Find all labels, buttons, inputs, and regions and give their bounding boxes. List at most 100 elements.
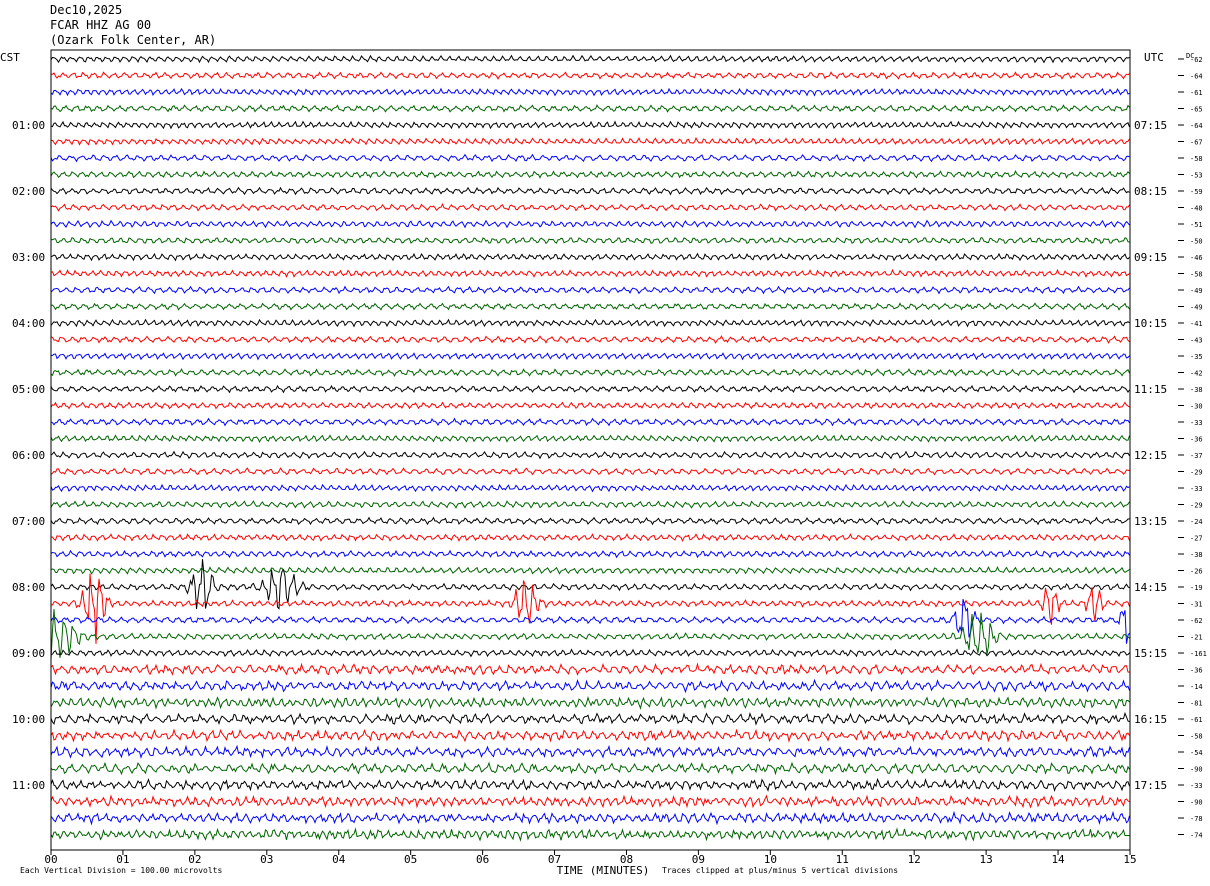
x-tick-label: 09: [692, 853, 705, 866]
left-hour-label: 05:00: [12, 383, 45, 396]
left-hour-label: 01:00: [12, 119, 45, 132]
x-tick-label: 15: [1123, 853, 1136, 866]
right-hour-label: 09:15: [1134, 251, 1167, 264]
dc-offset-label: -33: [1190, 485, 1203, 493]
trace-line: [50, 810, 1130, 826]
x-tick-label: 05: [404, 853, 417, 866]
dc-offset-label: -27: [1190, 535, 1203, 543]
dc-offset-label: -33: [1190, 782, 1203, 790]
footer-left-note: Each Vertical Division = 100.00 microvol…: [20, 866, 223, 875]
trace-line: [50, 483, 1130, 493]
trace-line: [50, 467, 1130, 476]
dc-offset-label: -58: [1190, 733, 1203, 741]
dc-offset-label: -61: [1190, 89, 1203, 97]
right-hour-label: 15:15: [1134, 647, 1167, 660]
trace-line: [50, 794, 1130, 809]
trace-line: [50, 237, 1130, 245]
dc-offset-label: -58: [1190, 155, 1203, 163]
dc-offset-label: -54: [1190, 749, 1203, 757]
dc-offset-label: -29: [1190, 502, 1203, 510]
dc-offset-label: -67: [1190, 139, 1203, 147]
x-tick-label: 12: [908, 853, 921, 866]
right-hour-label: 10:15: [1134, 317, 1167, 330]
trace-line: [50, 120, 1130, 130]
left-hour-label: 03:00: [12, 251, 45, 264]
dc-offset-label: -81: [1190, 700, 1203, 708]
left-hour-label: 06:00: [12, 449, 45, 462]
trace-line: [50, 777, 1130, 792]
dc-offset-label: -49: [1190, 304, 1203, 312]
x-tick-label: 02: [188, 853, 201, 866]
x-tick-label: 13: [980, 853, 993, 866]
dc-offset-label: -50: [1190, 238, 1203, 246]
dc-offset-label: -19: [1190, 584, 1203, 592]
dc-offset-label: -21: [1190, 634, 1203, 642]
trace-line: [50, 219, 1130, 229]
right-hour-label: 12:15: [1134, 449, 1167, 462]
trace-line: [50, 598, 1130, 644]
left-hour-label: 08:00: [12, 581, 45, 594]
plot-frame: [50, 49, 1131, 851]
dc-offset-label: -24: [1190, 518, 1203, 526]
trace-line: [50, 549, 1130, 559]
right-axis-label: UTC: [1144, 51, 1164, 64]
dc-offset-label: -36: [1190, 436, 1203, 444]
dc-offset-label: -61: [1190, 716, 1203, 724]
dc-offset-label: -31: [1190, 601, 1203, 609]
trace-line: [50, 827, 1130, 842]
right-hour-label: 13:15: [1134, 515, 1167, 528]
trace-line: [50, 318, 1130, 328]
dc-offset-label: -90: [1190, 766, 1203, 774]
trace-line: [50, 136, 1130, 146]
dc-offset-label: -38: [1190, 386, 1203, 394]
left-hour-label: 11:00: [12, 779, 45, 792]
dc-offset-label: -62: [1190, 56, 1203, 64]
right-hour-label: 14:15: [1134, 581, 1167, 594]
trace-line: [50, 761, 1130, 776]
dc-offset-label: -14: [1190, 683, 1203, 691]
trace-line: [50, 352, 1130, 361]
trace-line: [50, 662, 1130, 677]
trace-line: [50, 678, 1130, 694]
trace-line: [50, 648, 1130, 658]
left-axis-label: CST: [0, 51, 20, 64]
trace-group: [50, 54, 1130, 842]
dc-offset-label: -41: [1190, 320, 1203, 328]
dc-offset-label: -78: [1190, 815, 1203, 823]
dc-offset-label: -74: [1190, 832, 1203, 840]
trace-line: [51, 302, 1130, 311]
dc-offset-label: -64: [1190, 122, 1203, 130]
dc-offset-label: -64: [1190, 73, 1203, 81]
trace-line: [50, 153, 1130, 163]
trace-line: [50, 711, 1130, 726]
trace-line: [50, 170, 1130, 179]
dc-offset-label: -30: [1190, 403, 1203, 411]
x-tick-label: 11: [836, 853, 849, 866]
dc-offset-label: -65: [1190, 106, 1203, 114]
right-hour-label: 08:15: [1134, 185, 1167, 198]
dc-offset-label: -58: [1190, 271, 1203, 279]
dc-offset-label: -43: [1190, 337, 1203, 345]
right-hour-label: 11:15: [1134, 383, 1167, 396]
trace-line: [50, 368, 1130, 377]
x-tick-label: 00: [44, 853, 57, 866]
right-hour-label: 07:15: [1134, 119, 1167, 132]
x-tick-label: 03: [260, 853, 273, 866]
trace-line: [50, 744, 1130, 759]
x-axis-label: TIME (MINUTES): [557, 864, 650, 877]
dc-offset-label: -90: [1190, 799, 1203, 807]
right-hour-label: 17:15: [1134, 779, 1167, 792]
x-tick-label: 06: [476, 853, 489, 866]
dc-offset-label: -46: [1190, 254, 1203, 262]
dc-offset-label: -33: [1190, 419, 1203, 427]
dc-offset-label: -35: [1190, 353, 1203, 361]
dc-offset-label: -53: [1190, 172, 1203, 180]
dc-offset-label: -49: [1190, 287, 1203, 295]
dc-offset-label: -42: [1190, 370, 1203, 378]
trace-line: [50, 104, 1130, 113]
trace-line: [50, 417, 1130, 427]
dc-offset-label: -161: [1190, 650, 1207, 658]
left-hour-label: 02:00: [12, 185, 45, 198]
left-hour-label: 04:00: [12, 317, 45, 330]
trace-line: [50, 87, 1130, 97]
